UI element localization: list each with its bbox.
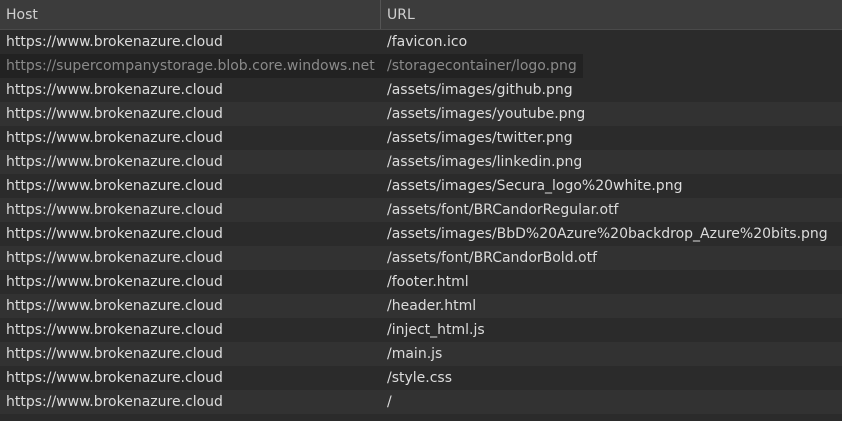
request-table: Host URL https://www.brokenazure.cloud/f… <box>0 0 842 421</box>
table-row[interactable]: https://www.brokenazure.cloud/assets/fon… <box>0 198 842 222</box>
url-cell: /header.html <box>387 298 477 314</box>
host-cell: https://supercompanystorage.blob.core.wi… <box>0 54 381 78</box>
table-row[interactable]: https://www.brokenazure.cloud/header.htm… <box>0 294 842 318</box>
url-cell: /assets/images/github.png <box>387 82 573 98</box>
table-row[interactable]: https://www.brokenazure.cloud/assets/ima… <box>0 126 842 150</box>
column-header-url[interactable]: URL <box>381 0 842 29</box>
url-cell: /assets/images/Secura_logo%20white.png <box>387 178 683 194</box>
url-cell: /assets/images/youtube.png <box>387 106 586 122</box>
host-cell: https://www.brokenazure.cloud <box>6 250 223 266</box>
table-row[interactable]: https://www.brokenazure.cloud/assets/ima… <box>0 102 842 126</box>
table-body: https://www.brokenazure.cloud/favicon.ic… <box>0 30 842 414</box>
url-cell: /assets/images/twitter.png <box>387 130 573 146</box>
table-row[interactable]: https://www.brokenazure.cloud/favicon.ic… <box>0 30 842 54</box>
url-cell: /inject_html.js <box>387 322 485 338</box>
column-header-host[interactable]: Host <box>0 0 381 29</box>
table-row[interactable]: https://supercompanystorage.blob.core.wi… <box>0 54 842 78</box>
host-cell: https://www.brokenazure.cloud <box>6 178 223 194</box>
url-cell: /assets/font/BRCandorRegular.otf <box>387 202 619 218</box>
table-row[interactable]: https://www.brokenazure.cloud/footer.htm… <box>0 270 842 294</box>
url-cell: /style.css <box>387 370 453 386</box>
table-row[interactable]: https://www.brokenazure.cloud/inject_htm… <box>0 318 842 342</box>
host-cell: https://www.brokenazure.cloud <box>6 394 223 410</box>
host-cell: https://www.brokenazure.cloud <box>6 34 223 50</box>
table-row[interactable]: https://www.brokenazure.cloud/main.js <box>0 342 842 366</box>
url-cell: /assets/images/BbD%20Azure%20backdrop_Az… <box>387 226 828 242</box>
table-row[interactable]: https://www.brokenazure.cloud/assets/ima… <box>0 78 842 102</box>
table-row[interactable]: https://www.brokenazure.cloud/assets/ima… <box>0 222 842 246</box>
host-cell: https://www.brokenazure.cloud <box>6 370 223 386</box>
url-cell: /storagecontainer/logo.png <box>381 54 583 78</box>
table-header: Host URL <box>0 0 842 30</box>
table-row[interactable]: https://www.brokenazure.cloud/assets/fon… <box>0 246 842 270</box>
host-cell: https://www.brokenazure.cloud <box>6 322 223 338</box>
table-row[interactable]: https://www.brokenazure.cloud/style.css <box>0 366 842 390</box>
url-cell: / <box>387 394 392 410</box>
table-row[interactable]: https://www.brokenazure.cloud / <box>0 390 842 414</box>
url-cell: /footer.html <box>387 274 469 290</box>
host-cell: https://www.brokenazure.cloud <box>6 82 223 98</box>
host-cell: https://www.brokenazure.cloud <box>6 346 223 362</box>
host-cell: https://www.brokenazure.cloud <box>6 154 223 170</box>
table-row[interactable]: https://www.brokenazure.cloud/assets/ima… <box>0 174 842 198</box>
url-cell: /assets/images/linkedin.png <box>387 154 583 170</box>
host-cell: https://www.brokenazure.cloud <box>6 106 223 122</box>
host-cell: https://www.brokenazure.cloud <box>6 202 223 218</box>
url-cell: /main.js <box>387 346 443 362</box>
host-cell: https://www.brokenazure.cloud <box>6 226 223 242</box>
url-cell: /assets/font/BRCandorBold.otf <box>387 250 598 266</box>
host-cell: https://www.brokenazure.cloud <box>6 298 223 314</box>
url-cell: /favicon.ico <box>387 34 468 50</box>
host-cell: https://www.brokenazure.cloud <box>6 274 223 290</box>
table-row[interactable]: https://www.brokenazure.cloud/assets/ima… <box>0 150 842 174</box>
host-cell: https://www.brokenazure.cloud <box>6 130 223 146</box>
